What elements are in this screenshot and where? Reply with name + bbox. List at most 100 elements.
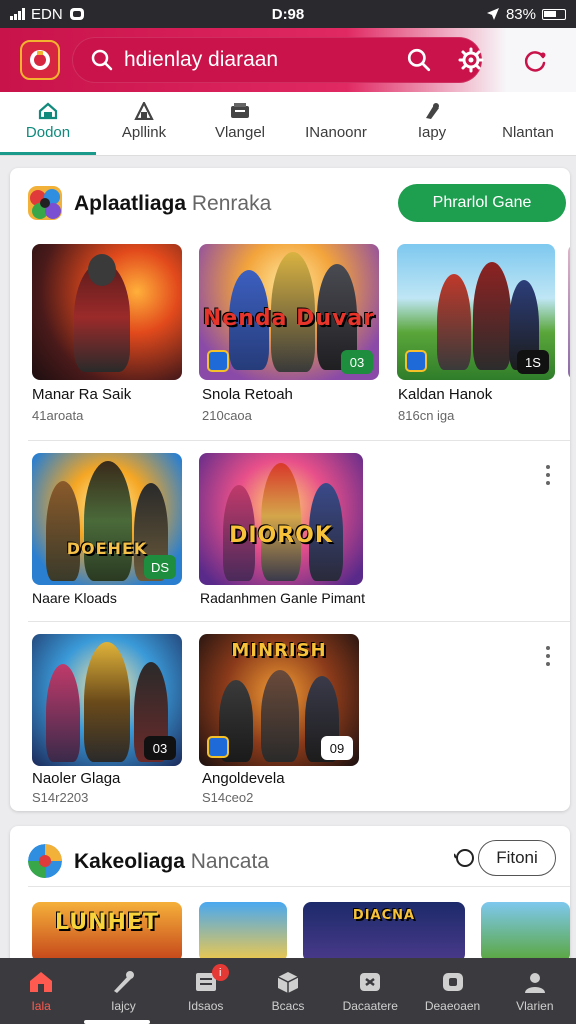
character-art — [46, 481, 80, 581]
publisher-logo — [207, 736, 229, 758]
books-icon — [426, 103, 439, 119]
game-title[interactable]: Angoldevela — [202, 770, 285, 787]
tab-home[interactable]: Dodon — [0, 92, 96, 155]
character-art — [261, 670, 299, 762]
nav-library[interactable]: Deaeoaen — [411, 958, 493, 1024]
nav-profile[interactable]: Vlarien — [494, 958, 576, 1024]
gear-icon — [458, 47, 484, 73]
rating-badge: 09 — [321, 736, 353, 760]
game-meta: 41aroata — [32, 408, 84, 423]
game-thumbnail[interactable]: MINRISH 09 — [199, 634, 359, 766]
bottom-navigation: Iala Iajcy i Idsaos Bcacs Dacaatere Deae… — [0, 958, 576, 1024]
character-art — [84, 642, 130, 762]
refresh-button[interactable] — [522, 48, 548, 74]
game-title[interactable]: Naare Kloads — [32, 590, 117, 606]
tab-label: Apllink — [121, 124, 167, 141]
game-title[interactable]: Kaldan Hanok — [398, 386, 492, 403]
character-art — [46, 664, 80, 762]
game-thumbnail[interactable] — [199, 902, 287, 962]
game-art-title: DIACNA — [352, 908, 416, 923]
search-icon — [407, 48, 431, 72]
game-thumbnail[interactable]: 03 — [32, 634, 182, 766]
search-input[interactable] — [124, 48, 404, 72]
game-art-title: MINRISH — [231, 640, 327, 661]
person-icon — [524, 972, 545, 993]
nav-label: Dacaatere — [342, 998, 398, 1013]
featured-games-section: Aplaatliaga Renraka Phrarlol Gane Manar … — [10, 168, 570, 811]
status-time: D:98 — [271, 5, 305, 23]
rating-badge: 03 — [341, 350, 373, 374]
game-art-title: LUNHET — [55, 910, 159, 935]
nav-games[interactable]: Iajcy — [82, 958, 164, 1024]
game-thumbnail[interactable] — [481, 902, 570, 962]
notification-badge: i — [211, 964, 229, 981]
game-art-title: Nenda Duvar — [202, 306, 376, 331]
row-divider — [28, 440, 570, 441]
home-icon — [30, 971, 53, 992]
nav-boxes[interactable]: Bcacs — [247, 958, 329, 1024]
rating-badge: 03 — [144, 736, 176, 760]
more-options-button[interactable] — [538, 462, 558, 488]
apps-icon — [134, 102, 154, 120]
section-title-sub: Renraka — [191, 192, 272, 215]
row-divider — [28, 621, 570, 622]
game-title[interactable]: Radanhmen Ganle Pimant — [200, 590, 365, 606]
game-title[interactable]: Snola Retoah — [202, 386, 293, 403]
character-art — [84, 461, 132, 581]
game-thumbnail-peek[interactable] — [568, 244, 570, 380]
tab-label: Vlangel — [214, 124, 266, 141]
battery-icon — [542, 8, 566, 20]
search-submit-button[interactable] — [406, 47, 432, 78]
tab-more[interactable]: Nlantan — [480, 92, 576, 155]
game-thumbnail[interactable]: 1S — [397, 244, 555, 380]
game-meta: 816cn iga — [398, 408, 455, 423]
section-header: Kakeoliaga Nancata Fitoni — [10, 826, 570, 894]
search-bar[interactable] — [72, 37, 484, 83]
status-bar: EDN D:98 83% — [0, 0, 576, 28]
nav-updates[interactable]: i Idsaos — [165, 958, 247, 1024]
home-indicator — [84, 1020, 150, 1024]
publisher-logo — [405, 350, 427, 372]
game-thumbnail[interactable]: Nenda Duvar 03 — [199, 244, 379, 380]
tab-movies[interactable]: Vlangel — [192, 92, 288, 155]
game-art-title: DIOROK — [229, 523, 333, 548]
nav-label: Iajcy — [111, 998, 136, 1013]
section-game-icon — [28, 844, 62, 878]
filter-button[interactable]: Fitoni — [478, 840, 556, 876]
character-art — [473, 262, 511, 370]
game-thumbnail[interactable] — [32, 244, 182, 380]
game-thumbnail[interactable]: DIOROK — [199, 453, 363, 585]
nav-discover[interactable]: Dacaatere — [329, 958, 411, 1024]
tab-books[interactable]: Iapy — [384, 92, 480, 155]
row-divider — [28, 886, 570, 887]
game-title[interactable]: Manar Ra Saik — [32, 386, 131, 403]
app-header — [0, 28, 576, 92]
featured-action-button[interactable]: Phrarlol Gane — [398, 184, 566, 222]
settings-button[interactable] — [458, 47, 484, 78]
tab-apps[interactable]: Apllink — [96, 92, 192, 155]
game-meta: 210caoa — [202, 408, 252, 423]
section-title: Kakeoliaga Nancata — [74, 850, 269, 874]
nav-label: Deaeoaen — [424, 998, 481, 1013]
rating-badge: DS — [144, 555, 176, 579]
library-icon — [442, 972, 463, 991]
app-logo[interactable] — [20, 40, 60, 80]
chat-icon[interactable] — [454, 848, 476, 868]
tab-news[interactable]: INanoonr — [288, 92, 384, 155]
section-title-sub: Nancata — [190, 850, 269, 873]
game-thumbnail[interactable]: DOEHEK DS — [32, 453, 182, 585]
publisher-logo — [207, 350, 229, 372]
helmet-art — [88, 254, 116, 286]
game-meta: S14r2203 — [32, 790, 89, 805]
more-options-button[interactable] — [538, 643, 558, 669]
tab-label: Dodon — [25, 124, 71, 141]
tab-label: Nlantan — [502, 124, 554, 141]
game-thumbnail[interactable]: LUNHET — [32, 902, 182, 962]
category-tabs: Dodon Apllink Vlangel INanoonr Iapy Nlan… — [0, 92, 576, 156]
nav-label: Bcacs — [271, 998, 305, 1013]
section-title-main: Kakeoliaga — [74, 850, 185, 873]
game-thumbnail[interactable]: DIACNA — [303, 902, 465, 962]
recommended-games-section: Kakeoliaga Nancata Fitoni LUNHET DIACNA — [10, 826, 570, 966]
nav-home[interactable]: Iala — [0, 958, 82, 1024]
game-title[interactable]: Naoler Glaga — [32, 770, 120, 787]
